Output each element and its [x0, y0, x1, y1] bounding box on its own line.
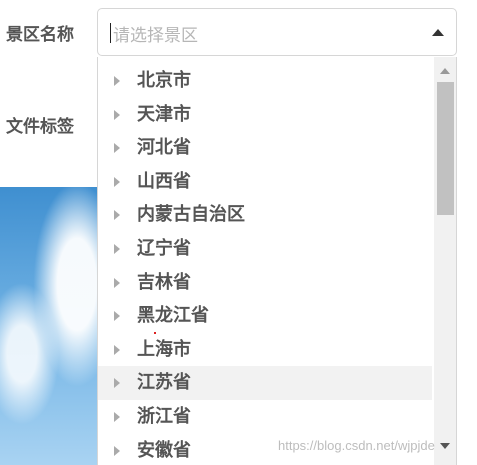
- option-label: 吉林省: [137, 271, 191, 293]
- option-item[interactable]: 浙江省: [98, 400, 432, 434]
- option-item[interactable]: 河北省: [98, 131, 432, 165]
- watermark: https://blog.csdn.net/wjpjde: [278, 438, 435, 453]
- option-item[interactable]: 上海市: [98, 333, 432, 367]
- option-label: 浙江省: [137, 405, 191, 427]
- file-tags-label: 文件标签: [6, 117, 74, 137]
- caret-right-icon[interactable]: [114, 378, 120, 389]
- chevron-up-icon[interactable]: [432, 29, 444, 36]
- caret-right-icon[interactable]: [114, 311, 120, 322]
- option-label: 上海市: [137, 338, 191, 360]
- caret-right-icon[interactable]: [114, 344, 120, 355]
- dropdown-scrollbar[interactable]: [434, 57, 456, 465]
- caret-right-icon[interactable]: [114, 143, 120, 154]
- caret-right-icon[interactable]: [114, 277, 120, 288]
- option-item[interactable]: 北京市: [98, 64, 432, 98]
- caret-right-icon[interactable]: [114, 411, 120, 422]
- option-label: 辽宁省: [137, 237, 191, 259]
- scroll-thumb[interactable]: [437, 82, 454, 215]
- option-item[interactable]: 天津市: [98, 98, 432, 132]
- option-label: 江苏省: [137, 372, 191, 394]
- text-cursor: [110, 23, 111, 43]
- option-label: 河北省: [137, 137, 191, 159]
- option-label: 山西省: [137, 170, 191, 192]
- option-label: 黑龙江省: [137, 305, 209, 327]
- cursor-artifact: [154, 332, 156, 334]
- scroll-down-icon[interactable]: [440, 443, 450, 449]
- option-item[interactable]: 内蒙古自治区: [98, 198, 432, 232]
- option-label: 安徽省: [137, 439, 191, 461]
- select-placeholder: 请选择景区: [113, 26, 198, 45]
- scenic-area-select[interactable]: 请选择景区: [97, 8, 457, 56]
- caret-right-icon[interactable]: [114, 243, 120, 254]
- option-item[interactable]: 吉林省: [98, 266, 432, 300]
- background-sky-image: [0, 187, 110, 465]
- scenic-area-label: 景区名称: [6, 25, 74, 45]
- caret-right-icon[interactable]: [114, 109, 120, 120]
- caret-right-icon[interactable]: [114, 445, 120, 456]
- option-label: 北京市: [137, 70, 191, 91]
- caret-right-icon[interactable]: [114, 76, 120, 86]
- option-list: 北京市 天津市 河北省 山西省 内蒙古自治区 辽宁省 吉林省 黑龙江省 上海市 …: [98, 64, 432, 465]
- scroll-up-icon[interactable]: [440, 68, 450, 74]
- option-item[interactable]: 辽宁省: [98, 232, 432, 266]
- option-label: 内蒙古自治区: [137, 204, 245, 226]
- option-label: 天津市: [137, 103, 191, 125]
- caret-right-icon[interactable]: [114, 176, 120, 187]
- option-item-highlighted[interactable]: 江苏省: [98, 366, 432, 400]
- scenic-area-dropdown: 北京市 天津市 河北省 山西省 内蒙古自治区 辽宁省 吉林省 黑龙江省 上海市 …: [97, 57, 457, 465]
- caret-right-icon[interactable]: [114, 210, 120, 221]
- option-item[interactable]: 黑龙江省: [98, 299, 432, 333]
- option-item[interactable]: 山西省: [98, 165, 432, 199]
